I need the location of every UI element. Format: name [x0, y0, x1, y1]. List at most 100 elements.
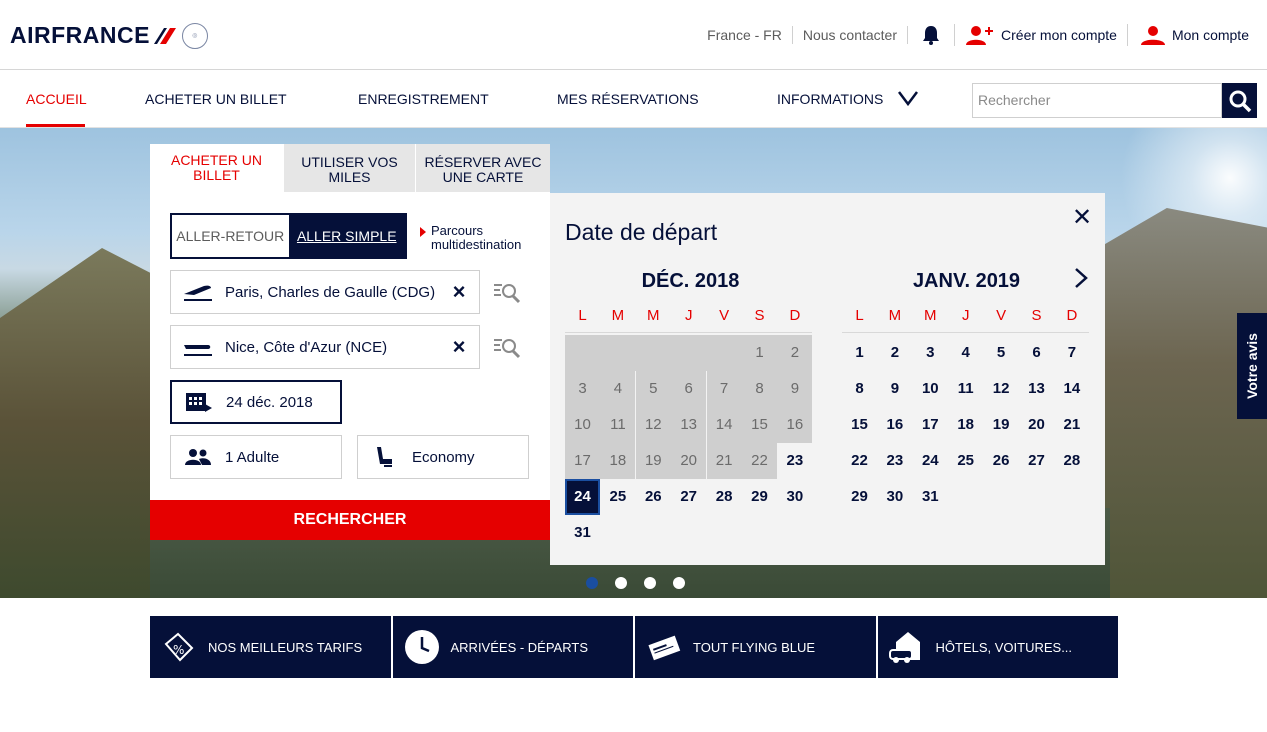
calendar-day[interactable]: 3 [913, 335, 948, 371]
search-button[interactable] [1222, 83, 1257, 118]
calendar-day[interactable]: 18 [948, 407, 983, 443]
selected-day[interactable]: 24 [565, 479, 600, 515]
calendar-day[interactable]: 22 [842, 443, 877, 479]
calendar-day[interactable]: 17 [913, 407, 948, 443]
origin-field[interactable]: Paris, Charles de Gaulle (CDG) × [170, 270, 480, 314]
calendar-day: 13 [671, 407, 707, 443]
nav-item-enregistrement[interactable]: ENREGISTREMENT [358, 91, 489, 107]
calendar-day[interactable]: 10 [913, 371, 948, 407]
nav-item-informations-label: INFORMATIONS [777, 91, 884, 107]
hotel-car-icon [878, 630, 936, 664]
airfrance-logo[interactable]: AIRFRANCE ◎ [10, 22, 208, 49]
calendar-day[interactable]: 11 [948, 371, 983, 407]
calendar-day: 16 [777, 407, 813, 443]
carousel-dot[interactable] [644, 577, 656, 589]
calendar-day[interactable]: 23 [777, 443, 812, 479]
calendar-day[interactable]: 25 [600, 479, 635, 515]
close-icon[interactable]: ✕ [1072, 203, 1092, 232]
user-icon [1140, 26, 1165, 45]
calendar-day[interactable]: 21 [1054, 407, 1089, 443]
contact-link[interactable]: Nous contacter [793, 26, 909, 44]
tab-reserver-carte[interactable]: RÉSERVER AVEC UNE CARTE [416, 144, 550, 192]
calendar-day[interactable]: 31 [913, 479, 948, 515]
carousel-dot[interactable] [673, 577, 685, 589]
quick-links-bar: % NOS MEILLEURS TARIFS ARRIVÉES - DÉPART… [150, 616, 1118, 678]
calendar-day[interactable]: 28 [707, 479, 742, 515]
calendar-day[interactable]: 8 [842, 371, 877, 407]
nav-item-accueil[interactable]: ACCUEIL [26, 91, 87, 107]
calendar-day[interactable]: 29 [842, 479, 877, 515]
my-account-link[interactable]: Mon compte [1128, 24, 1259, 46]
clear-origin-icon[interactable]: × [439, 279, 479, 305]
calendar-day[interactable]: 30 [777, 479, 812, 515]
calendar-day[interactable]: 19 [984, 407, 1019, 443]
nav-item-reservations[interactable]: MES RÉSERVATIONS [557, 91, 699, 107]
calendar-day[interactable]: 12 [984, 371, 1019, 407]
carousel-dot[interactable] [615, 577, 627, 589]
skyteam-logo: ◎ [181, 22, 208, 49]
next-month-icon[interactable] [1072, 267, 1090, 296]
calendar-day[interactable]: 26 [984, 443, 1019, 479]
date-value: 24 déc. 2018 [226, 393, 313, 411]
multi-destination-label: Parcours multidestination [431, 223, 522, 252]
calendar-day[interactable]: 14 [1054, 371, 1089, 407]
calendar-day[interactable]: 16 [877, 407, 912, 443]
calendar-day[interactable]: 7 [1054, 335, 1089, 371]
origin-value: Paris, Charles de Gaulle (CDG) [225, 283, 436, 301]
calendar-day[interactable]: 13 [1019, 371, 1054, 407]
calendar-day[interactable]: 4 [948, 335, 983, 371]
nav-item-acheter[interactable]: ACHETER UN BILLET [145, 91, 287, 107]
chevron-right-icon [420, 227, 426, 237]
one-way-option[interactable]: ALLER SIMPLE [288, 215, 405, 257]
create-account-link[interactable]: Créer mon compte [955, 24, 1128, 46]
calendar-day[interactable]: 28 [1054, 443, 1089, 479]
calendar-day[interactable]: 24 [913, 443, 948, 479]
quick-link-tarifs[interactable]: % NOS MEILLEURS TARIFS [150, 616, 391, 678]
quick-link-flying-blue[interactable]: TOUT FLYING BLUE [635, 616, 876, 678]
weekday-header: J [961, 307, 970, 324]
multi-destination-link[interactable]: Parcours multidestination [420, 224, 541, 252]
search-input[interactable]: Rechercher [972, 83, 1222, 118]
calendar-day[interactable]: 27 [671, 479, 706, 515]
quick-link-arrivees[interactable]: ARRIVÉES - DÉPARTS [392, 616, 633, 678]
nav-item-informations[interactable]: INFORMATIONS [777, 91, 919, 107]
notifications-bell-icon[interactable] [908, 24, 956, 46]
calendar-day[interactable]: 31 [565, 515, 600, 551]
calendar-day[interactable]: 20 [1019, 407, 1054, 443]
feedback-tab[interactable]: Votre avis [1237, 313, 1267, 419]
calendar-day[interactable]: 9 [877, 371, 912, 407]
airport-search-icon[interactable] [493, 333, 521, 361]
airport-search-icon[interactable] [493, 278, 521, 306]
passengers-field[interactable]: 1 Adulte [170, 435, 342, 479]
search-flights-button[interactable]: RECHERCHER [150, 500, 550, 540]
calendar-day[interactable]: 15 [842, 407, 877, 443]
tab-acheter-billet[interactable]: ACHETER UN BILLET [150, 144, 283, 192]
calendar-day[interactable]: 27 [1019, 443, 1054, 479]
cabin-field[interactable]: Economy [357, 435, 529, 479]
round-trip-option[interactable]: ALLER-RETOUR [172, 215, 289, 257]
calendar-day[interactable]: 23 [877, 443, 912, 479]
date-field[interactable]: 24 déc. 2018 [170, 380, 342, 424]
quick-link-tarifs-label: NOS MEILLEURS TARIFS [208, 639, 363, 655]
calendar-day[interactable]: 1 [842, 335, 877, 371]
calendar-day[interactable]: 29 [742, 479, 777, 515]
destination-field[interactable]: Nice, Côte d'Azur (NCE) × [170, 325, 480, 369]
calendar-day[interactable]: 26 [636, 479, 671, 515]
tab-utiliser-miles[interactable]: UTILISER VOS MILES [284, 144, 415, 192]
calendar-day[interactable]: 5 [984, 335, 1019, 371]
weekday-header: J [684, 307, 693, 324]
clear-destination-icon[interactable]: × [439, 334, 479, 360]
trip-type-toggle: ALLER-RETOUR ALLER SIMPLE [170, 213, 407, 259]
quick-link-hotels[interactable]: HÔTELS, VOITURES... [877, 616, 1118, 678]
calendar-day: 15 [742, 407, 777, 443]
quick-link-flying-blue-label: TOUT FLYING BLUE [693, 639, 816, 655]
weekday-header: D [1066, 307, 1078, 324]
calendar-day[interactable]: 2 [877, 335, 912, 371]
calendar-day[interactable]: 25 [948, 443, 983, 479]
carousel-dot[interactable] [586, 577, 598, 589]
country-selector[interactable]: France - FR [697, 26, 793, 44]
calendar-day[interactable]: 30 [877, 479, 912, 515]
calendar-day[interactable]: 6 [1019, 335, 1054, 371]
weekday-divider [842, 332, 1089, 333]
calendar-day: 1 [742, 335, 777, 371]
